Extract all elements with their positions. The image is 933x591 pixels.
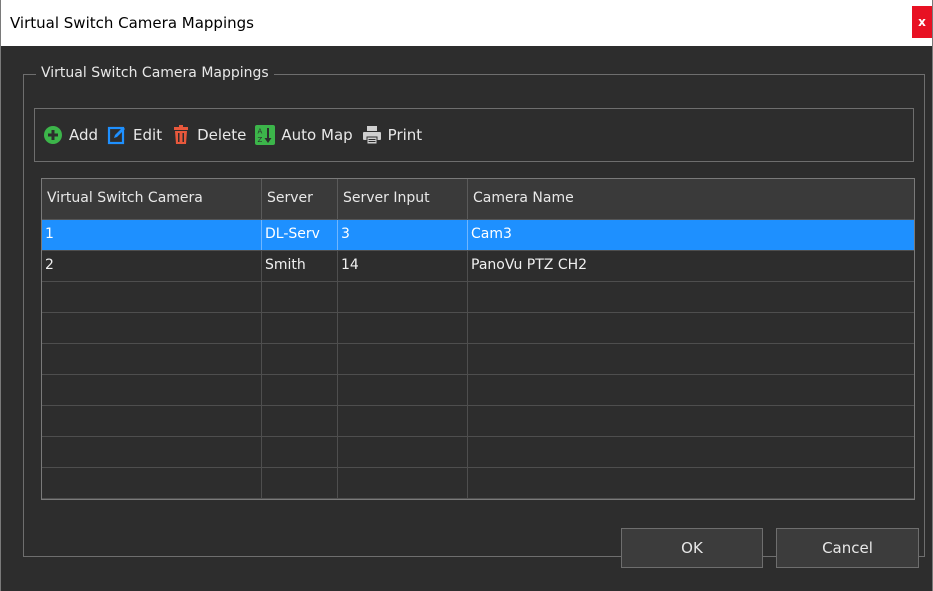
svg-text:A: A xyxy=(258,128,263,136)
table-cell xyxy=(262,437,338,467)
table-cell xyxy=(338,313,468,343)
table-row[interactable] xyxy=(42,375,914,406)
table-cell: 14 xyxy=(338,251,468,281)
table-cell xyxy=(338,282,468,312)
table-cell xyxy=(42,344,262,374)
table-header: Virtual Switch Camera Server Server Inpu… xyxy=(42,179,914,220)
table-cell: Smith xyxy=(262,251,338,281)
cancel-button[interactable]: Cancel xyxy=(776,528,919,568)
delete-button[interactable]: Delete xyxy=(171,125,246,145)
table-cell xyxy=(468,282,914,312)
table-cell xyxy=(262,313,338,343)
auto-map-button[interactable]: A Z Auto Map xyxy=(255,125,353,145)
table-row[interactable]: 1 DL-Serv 3 Cam3 xyxy=(42,220,914,251)
mappings-table[interactable]: Virtual Switch Camera Server Server Inpu… xyxy=(41,178,915,500)
table-cell: DL-Serv xyxy=(262,220,338,250)
auto-map-icon: A Z xyxy=(255,125,276,145)
auto-map-label: Auto Map xyxy=(281,126,353,144)
table-cell xyxy=(468,437,914,467)
delete-icon xyxy=(174,125,189,144)
table-cell xyxy=(468,406,914,436)
add-icon xyxy=(44,126,62,144)
table-row[interactable] xyxy=(42,282,914,313)
table-cell xyxy=(42,406,262,436)
table-cell xyxy=(42,375,262,405)
table-cell xyxy=(262,344,338,374)
table-cell xyxy=(42,468,262,498)
table-cell xyxy=(262,375,338,405)
table-cell xyxy=(262,282,338,312)
table-body: 1 DL-Serv 3 Cam3 2 Smith 14 PanoVu PTZ CH2 xyxy=(42,220,914,499)
column-header-virtual-switch-camera[interactable]: Virtual Switch Camera xyxy=(42,179,262,219)
column-header-server-input[interactable]: Server Input xyxy=(338,179,468,219)
table-cell xyxy=(262,468,338,498)
delete-label: Delete xyxy=(197,126,247,144)
table-cell: 1 xyxy=(42,220,262,250)
toolbar: Add Edit Delete A Z Auto Map Print xyxy=(34,108,914,162)
table-cell: PanoVu PTZ CH2 xyxy=(471,257,588,273)
close-button[interactable]: x xyxy=(912,6,932,38)
table-cell xyxy=(338,375,468,405)
groupbox-title: Virtual Switch Camera Mappings xyxy=(36,65,274,81)
table-row[interactable] xyxy=(42,313,914,344)
ok-button[interactable]: OK xyxy=(621,528,763,568)
table-row[interactable] xyxy=(42,468,914,499)
window-title: Virtual Switch Camera Mappings xyxy=(10,14,254,32)
dialog-body: Virtual Switch Camera Mappings Add Edit xyxy=(1,46,932,591)
title-bar[interactable]: Virtual Switch Camera Mappings x xyxy=(1,0,932,46)
table-cell xyxy=(338,406,468,436)
table-cell xyxy=(338,468,468,498)
table-cell xyxy=(468,344,914,374)
edit-icon xyxy=(107,126,126,145)
table-cell: Cam3 xyxy=(471,226,512,242)
table-cell xyxy=(42,282,262,312)
table-cell xyxy=(468,313,914,343)
table-cell xyxy=(42,313,262,343)
table-cell xyxy=(468,468,914,498)
table-cell: 3 xyxy=(338,220,468,250)
table-cell xyxy=(338,437,468,467)
table-cell xyxy=(262,406,338,436)
table-row[interactable] xyxy=(42,406,914,437)
add-button[interactable]: Add xyxy=(43,125,98,145)
svg-text:Z: Z xyxy=(258,136,263,144)
column-header-camera-name[interactable]: Camera Name xyxy=(468,179,914,219)
edit-button[interactable]: Edit xyxy=(107,125,162,145)
add-label: Add xyxy=(69,126,99,144)
print-button[interactable]: Print xyxy=(362,125,423,145)
edit-label: Edit xyxy=(133,126,163,144)
print-label: Print xyxy=(387,126,423,144)
print-icon xyxy=(362,126,381,145)
column-header-server[interactable]: Server xyxy=(262,179,338,219)
table-cell: 2 xyxy=(42,251,262,281)
mappings-dialog: Virtual Switch Camera Mappings x Virtual… xyxy=(0,0,933,591)
table-cell xyxy=(468,375,914,405)
table-cell xyxy=(42,437,262,467)
table-row[interactable]: 2 Smith 14 PanoVu PTZ CH2 xyxy=(42,251,914,282)
table-cell xyxy=(338,344,468,374)
table-row[interactable] xyxy=(42,437,914,468)
table-row[interactable] xyxy=(42,344,914,375)
